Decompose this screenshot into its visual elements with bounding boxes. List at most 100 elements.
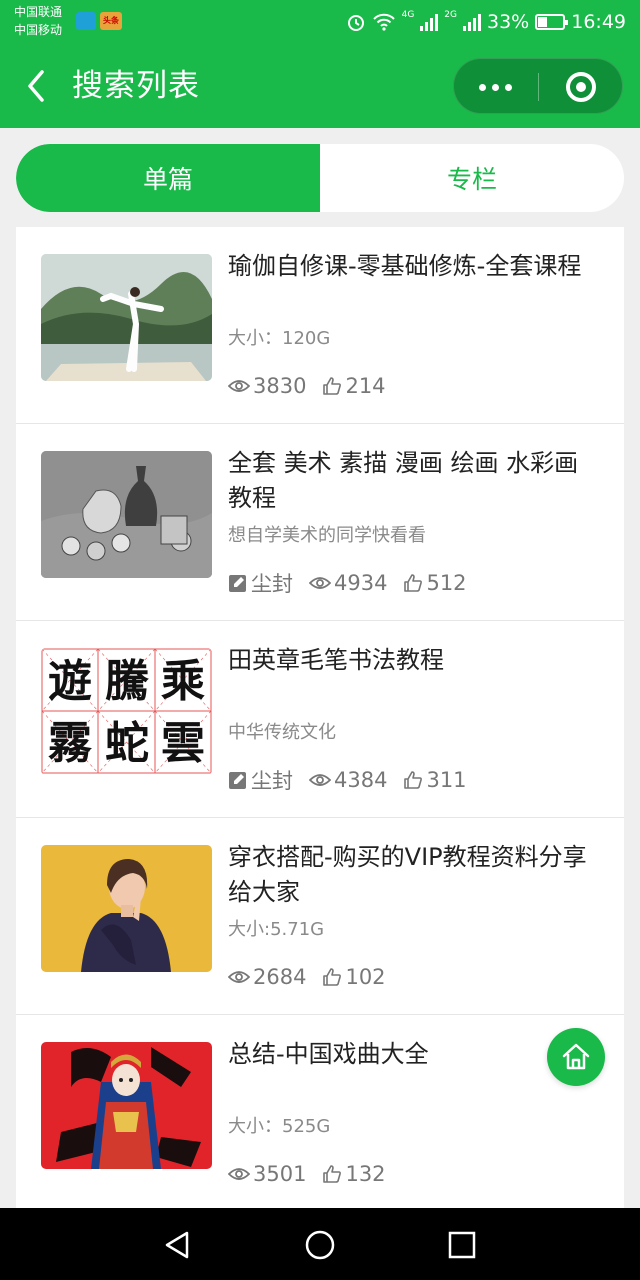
page-title: 搜索列表 — [72, 68, 200, 104]
views-count: 3830 — [253, 374, 307, 398]
likes-count: 132 — [345, 1162, 386, 1186]
more-dot — [492, 84, 499, 91]
network-type-1: 4G — [401, 10, 415, 20]
sketch-image — [41, 451, 212, 578]
author-stat: 尘封 — [228, 568, 293, 598]
author-stat: 尘封 — [228, 765, 293, 795]
likes-count: 311 — [426, 768, 467, 792]
item-size: 大小：120G — [228, 328, 331, 349]
signal-icon-2 — [463, 13, 481, 31]
item-stats: 3830 214 — [228, 371, 402, 401]
battery-percent: 33% — [487, 11, 530, 33]
calligraphy-char: 騰 — [105, 656, 149, 707]
item-stats: 尘封 4384 311 — [228, 765, 483, 795]
nav-home-button[interactable] — [303, 1228, 337, 1262]
result-list: 瑜伽自修课-零基础修炼-全套课程 大小：120G 3830 214 全套 美术 … — [16, 227, 624, 1208]
views-stat: 3501 — [228, 1162, 306, 1186]
list-item[interactable]: 总结-中国戏曲大全 大小：525G 3501 132 — [16, 1015, 624, 1208]
thumbnail-yoga — [41, 254, 212, 381]
thumbs-up-icon — [404, 771, 423, 789]
item-title: 全套 美术 素描 漫画 绘画 水彩画 教程 — [228, 449, 579, 512]
thumbnail-opera — [41, 1042, 212, 1169]
views-stat: 4384 — [309, 768, 387, 792]
more-dots-icon — [479, 84, 486, 91]
eye-icon — [228, 1168, 250, 1180]
signal-icon-1 — [420, 13, 439, 31]
views-stat: 4934 — [309, 571, 387, 595]
clock: 16:49 — [571, 11, 626, 33]
list-item[interactable]: 全套 美术 素描 漫画 绘画 水彩画 教程 想自学美术的同学快看看 尘封 493… — [16, 424, 624, 621]
likes-count: 512 — [426, 571, 467, 595]
item-subtitle: 想自学美术的同学快看看 — [228, 525, 426, 546]
yoga-image — [41, 254, 212, 381]
eye-icon — [309, 774, 331, 786]
eye-icon — [309, 577, 331, 589]
item-title: 瑜伽自修课-零基础修炼-全套课程 — [228, 252, 582, 280]
shield-app-icon — [76, 12, 96, 30]
top-header: 搜索列表 — [0, 44, 640, 128]
item-subtitle: 中华传统文化 — [228, 722, 336, 743]
home-button[interactable] — [547, 1028, 605, 1086]
author-name: 尘封 — [251, 769, 293, 793]
likes-stat: 214 — [322, 374, 386, 398]
carrier-info: 中国联通 中国移动 — [14, 3, 62, 39]
tab-columns[interactable]: 专栏 — [320, 144, 624, 212]
chevron-left-icon — [28, 70, 44, 102]
system-nav-bar — [0, 1208, 640, 1280]
views-count: 4384 — [334, 768, 388, 792]
likes-count: 102 — [345, 965, 386, 989]
list-item[interactable]: 瑜伽自修课-零基础修炼-全套课程 大小：120G 3830 214 — [16, 227, 624, 424]
thumbs-up-icon — [323, 968, 342, 986]
status-indicators: 4G 2G 33% 16:49 — [346, 8, 626, 36]
thumbnail-sketch — [41, 451, 212, 578]
eye-icon — [228, 380, 250, 392]
item-stats: 3501 132 — [228, 1159, 402, 1189]
opera-image — [41, 1042, 212, 1169]
edit-icon — [229, 575, 246, 592]
views-stat: 3830 — [228, 374, 306, 398]
likes-count: 214 — [345, 374, 386, 398]
views-stat: 2684 — [228, 965, 306, 989]
circle-home-icon — [305, 1230, 335, 1260]
views-count: 3501 — [253, 1162, 307, 1186]
list-item[interactable]: 穿衣搭配-购买的VIP教程资料分享给大家 大小:5.71G 2684 102 — [16, 818, 624, 1015]
notification-icons: 头条 — [76, 12, 122, 30]
network-type-2: 2G — [444, 10, 457, 20]
more-button[interactable] — [454, 59, 538, 115]
thumbnail-fashion — [41, 845, 212, 972]
likes-stat: 102 — [322, 965, 386, 989]
thumbs-up-icon — [323, 1165, 342, 1183]
status-bar: 中国联通 中国移动 头条 4G 2G 33% 16:49 — [0, 0, 640, 44]
target-dot — [576, 82, 586, 92]
item-stats: 2684 102 — [228, 962, 402, 992]
close-button[interactable] — [539, 59, 623, 115]
views-count: 4934 — [334, 571, 388, 595]
triangle-back-icon — [165, 1231, 189, 1259]
calligraphy-char: 遊 — [48, 656, 92, 707]
item-size: 大小:5.71G — [228, 919, 325, 940]
back-button[interactable] — [22, 66, 52, 106]
segmented-tabs: 单篇 专栏 — [16, 144, 624, 212]
likes-stat: 311 — [403, 768, 467, 792]
fashion-image — [41, 845, 212, 972]
thumbs-up-icon — [323, 377, 342, 395]
item-title: 穿衣搭配-购买的VIP教程资料分享给大家 — [228, 843, 587, 906]
item-title: 田英章毛笔书法教程 — [228, 646, 444, 674]
list-item[interactable]: 遊 騰 乘 霧 蛇 雲 田英章毛笔书法教程 中华传统文化 尘封 4384 311 — [16, 621, 624, 818]
thumbs-up-icon — [404, 574, 423, 592]
battery-icon — [535, 14, 569, 30]
author-name: 尘封 — [251, 572, 293, 596]
views-count: 2684 — [253, 965, 307, 989]
nav-recents-button[interactable] — [445, 1228, 479, 1262]
tab-articles[interactable]: 单篇 — [16, 144, 320, 212]
toutiao-app-icon: 头条 — [100, 12, 122, 30]
edit-icon — [229, 772, 246, 789]
calligraphy-char: 乘 — [161, 656, 205, 707]
nav-back-button[interactable] — [161, 1228, 195, 1262]
eye-icon — [228, 971, 250, 983]
thumbnail-calligraphy: 遊 騰 乘 霧 蛇 雲 — [41, 648, 212, 775]
carrier-1: 中国联通 — [14, 5, 63, 19]
item-stats: 尘封 4934 512 — [228, 568, 483, 598]
calligraphy-char: 雲 — [161, 718, 205, 769]
likes-stat: 512 — [403, 571, 467, 595]
